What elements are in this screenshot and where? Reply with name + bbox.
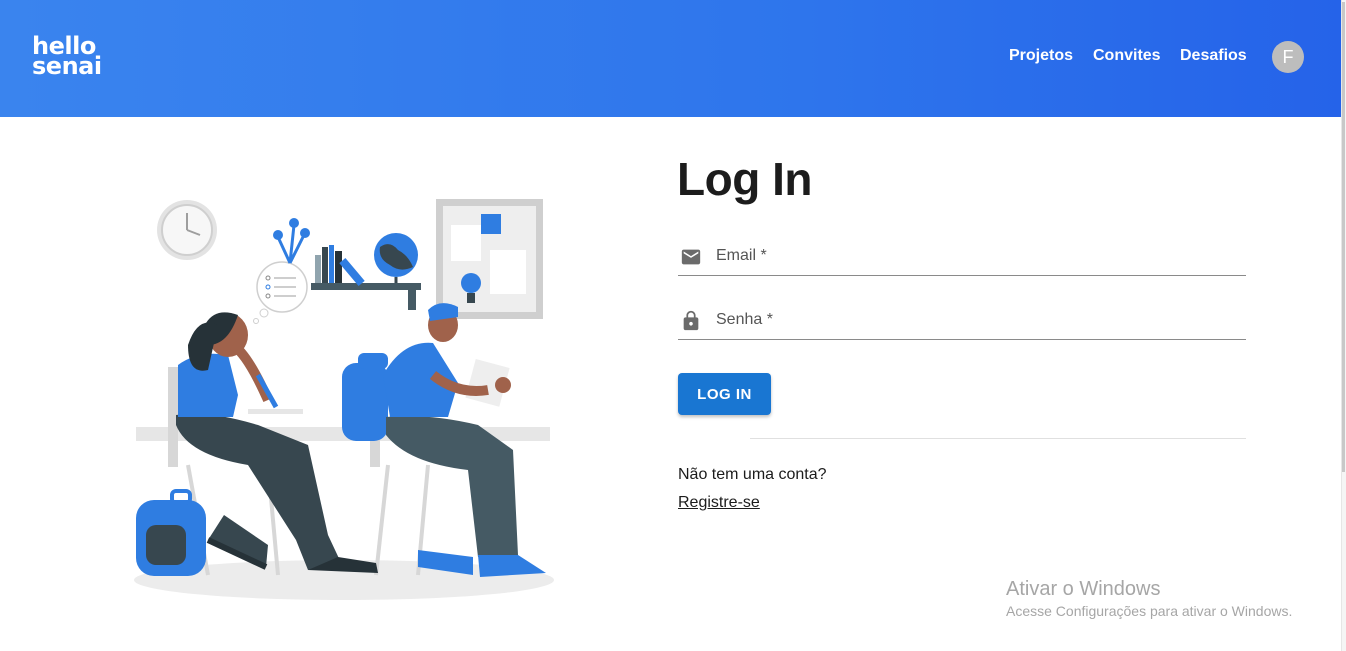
- nav-desafios[interactable]: Desafios: [1180, 47, 1247, 65]
- divider: [750, 438, 1246, 439]
- scrollbar-thumb[interactable]: [1342, 2, 1345, 472]
- user-avatar[interactable]: F: [1272, 41, 1304, 73]
- app-header: hello senai Projetos Convites Desafios F: [0, 0, 1341, 117]
- shelf-with-books: [311, 233, 421, 310]
- backpack-left: [136, 489, 206, 576]
- logo-line-2: senai: [32, 52, 102, 80]
- password-field[interactable]: [678, 300, 1246, 340]
- no-account-text: Não tem uma conta?: [678, 466, 827, 483]
- email-field[interactable]: [678, 236, 1246, 276]
- students-illustration: [134, 199, 554, 600]
- windows-activation-title: Ativar o Windows: [1006, 578, 1161, 600]
- plant-icon: [273, 218, 310, 264]
- login-button[interactable]: LOG IN: [678, 373, 771, 415]
- nav-projetos[interactable]: Projetos: [1009, 47, 1073, 65]
- email-input[interactable]: [716, 242, 1236, 270]
- hello-senai-logo[interactable]: hello senai: [32, 34, 102, 80]
- mail-icon: [681, 249, 701, 265]
- girl-student: [176, 312, 378, 573]
- password-input[interactable]: [716, 306, 1236, 334]
- thought-bubble: [253, 261, 308, 324]
- page-title: Log In: [677, 153, 812, 205]
- notice-board: [436, 199, 543, 319]
- nav-convites[interactable]: Convites: [1093, 47, 1161, 65]
- clock-icon: [157, 200, 217, 260]
- lock-icon: [683, 310, 699, 331]
- backpack-right: [342, 353, 388, 441]
- windows-activation-subtitle: Acesse Configurações para ativar o Windo…: [1006, 603, 1293, 619]
- page: hello senai Projetos Convites Desafios F: [0, 0, 1346, 651]
- register-link[interactable]: Registre-se: [678, 494, 760, 512]
